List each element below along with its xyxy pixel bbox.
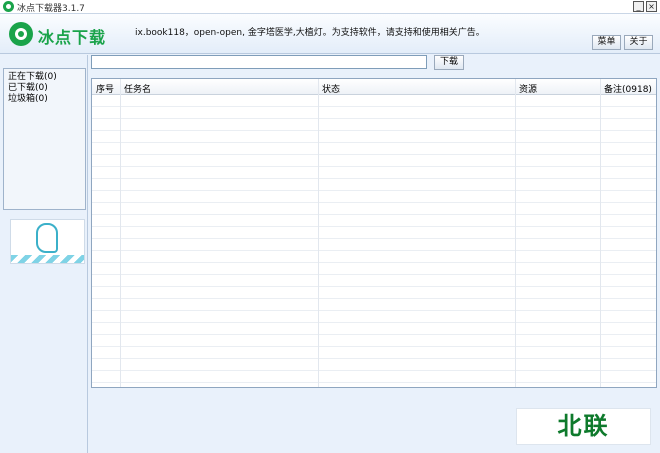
promo-stripe bbox=[11, 255, 84, 263]
column-header-status[interactable]: 状态 bbox=[322, 82, 340, 95]
minimize-button[interactable]: _ bbox=[633, 1, 644, 12]
window-title: 冰点下载器3.1.7 bbox=[17, 4, 85, 14]
sidebar-item-trash[interactable]: 垃圾箱(0) bbox=[8, 94, 81, 105]
about-button[interactable]: 关于 bbox=[624, 35, 653, 50]
task-table: 序号 任务名 状态 资源 备注(0918) bbox=[91, 78, 657, 388]
menu-button[interactable]: 菜单 bbox=[592, 35, 621, 50]
header: 冰点下载 ix.book118，open-open, 金字塔医学,大植灯。为支持… bbox=[0, 14, 660, 54]
table-body[interactable] bbox=[92, 95, 656, 387]
promo-image[interactable] bbox=[10, 219, 85, 264]
brand-banner[interactable]: 北联 bbox=[516, 408, 651, 445]
column-divider bbox=[318, 79, 319, 387]
sidebar-divider bbox=[87, 55, 88, 453]
column-header-resource[interactable]: 资源 bbox=[519, 82, 537, 95]
column-divider bbox=[600, 79, 601, 387]
column-header-task[interactable]: 任务名 bbox=[124, 82, 151, 95]
close-button[interactable]: × bbox=[646, 1, 657, 12]
table-header: 序号 任务名 状态 资源 备注(0918) bbox=[92, 79, 656, 95]
column-divider bbox=[120, 79, 121, 387]
logo-icon bbox=[9, 22, 33, 46]
brand-text: 北联 bbox=[557, 412, 610, 440]
sidebar-item-downloaded[interactable]: 已下载(0) bbox=[8, 83, 81, 94]
column-header-index[interactable]: 序号 bbox=[96, 82, 114, 95]
column-header-note[interactable]: 备注(0918) bbox=[604, 82, 652, 95]
app-icon bbox=[3, 1, 14, 12]
download-button[interactable]: 下载 bbox=[434, 55, 464, 70]
category-list: 正在下载(0) 已下载(0) 垃圾箱(0) bbox=[3, 68, 86, 210]
sidebar-item-downloading[interactable]: 正在下载(0) bbox=[8, 72, 81, 83]
logo-text: 冰点下载 bbox=[38, 28, 107, 47]
mascot-icon bbox=[36, 223, 58, 253]
url-input[interactable] bbox=[91, 55, 427, 69]
announcement-text: ix.book118，open-open, 金字塔医学,大植灯。为支持软件，请支… bbox=[135, 28, 485, 38]
title-bar: 冰点下载器3.1.7 _ × bbox=[0, 0, 660, 14]
column-divider bbox=[515, 79, 516, 387]
